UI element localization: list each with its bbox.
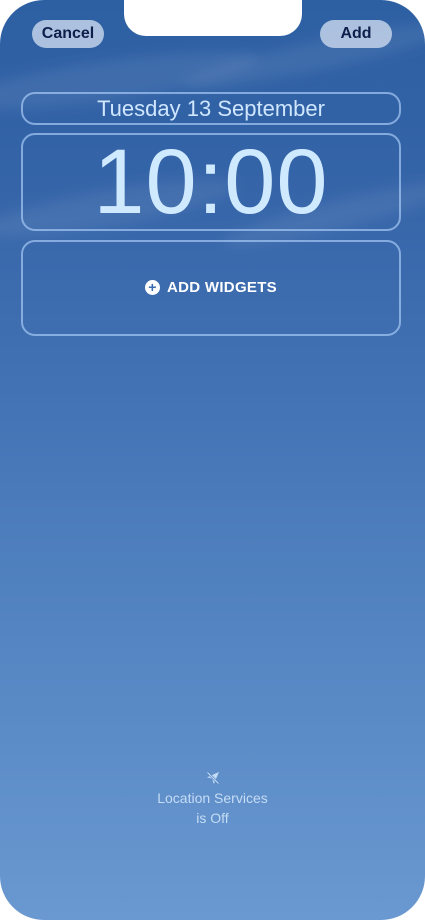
location-services-status: Location Services is Off <box>0 770 425 828</box>
location-status-line1: Location Services <box>157 790 268 806</box>
clock-widget[interactable]: 10:00 <box>21 133 401 231</box>
add-button[interactable]: Add <box>320 20 392 48</box>
lock-screen-editor: Cancel Add Tuesday 13 September 10:00 + … <box>0 0 425 920</box>
add-widgets-button[interactable]: + ADD WIDGETS <box>145 279 277 296</box>
time-label: 10:00 <box>93 131 329 233</box>
date-widget[interactable]: Tuesday 13 September <box>21 92 401 125</box>
add-widgets-area[interactable]: + ADD WIDGETS <box>21 240 401 336</box>
notch <box>123 0 302 36</box>
location-off-icon <box>206 771 219 785</box>
location-status-line2: is Off <box>196 810 229 826</box>
date-label: Tuesday 13 September <box>97 95 325 121</box>
cancel-button[interactable]: Cancel <box>32 20 104 48</box>
add-widgets-label: ADD WIDGETS <box>167 278 277 296</box>
plus-circle-icon: + <box>145 279 161 295</box>
